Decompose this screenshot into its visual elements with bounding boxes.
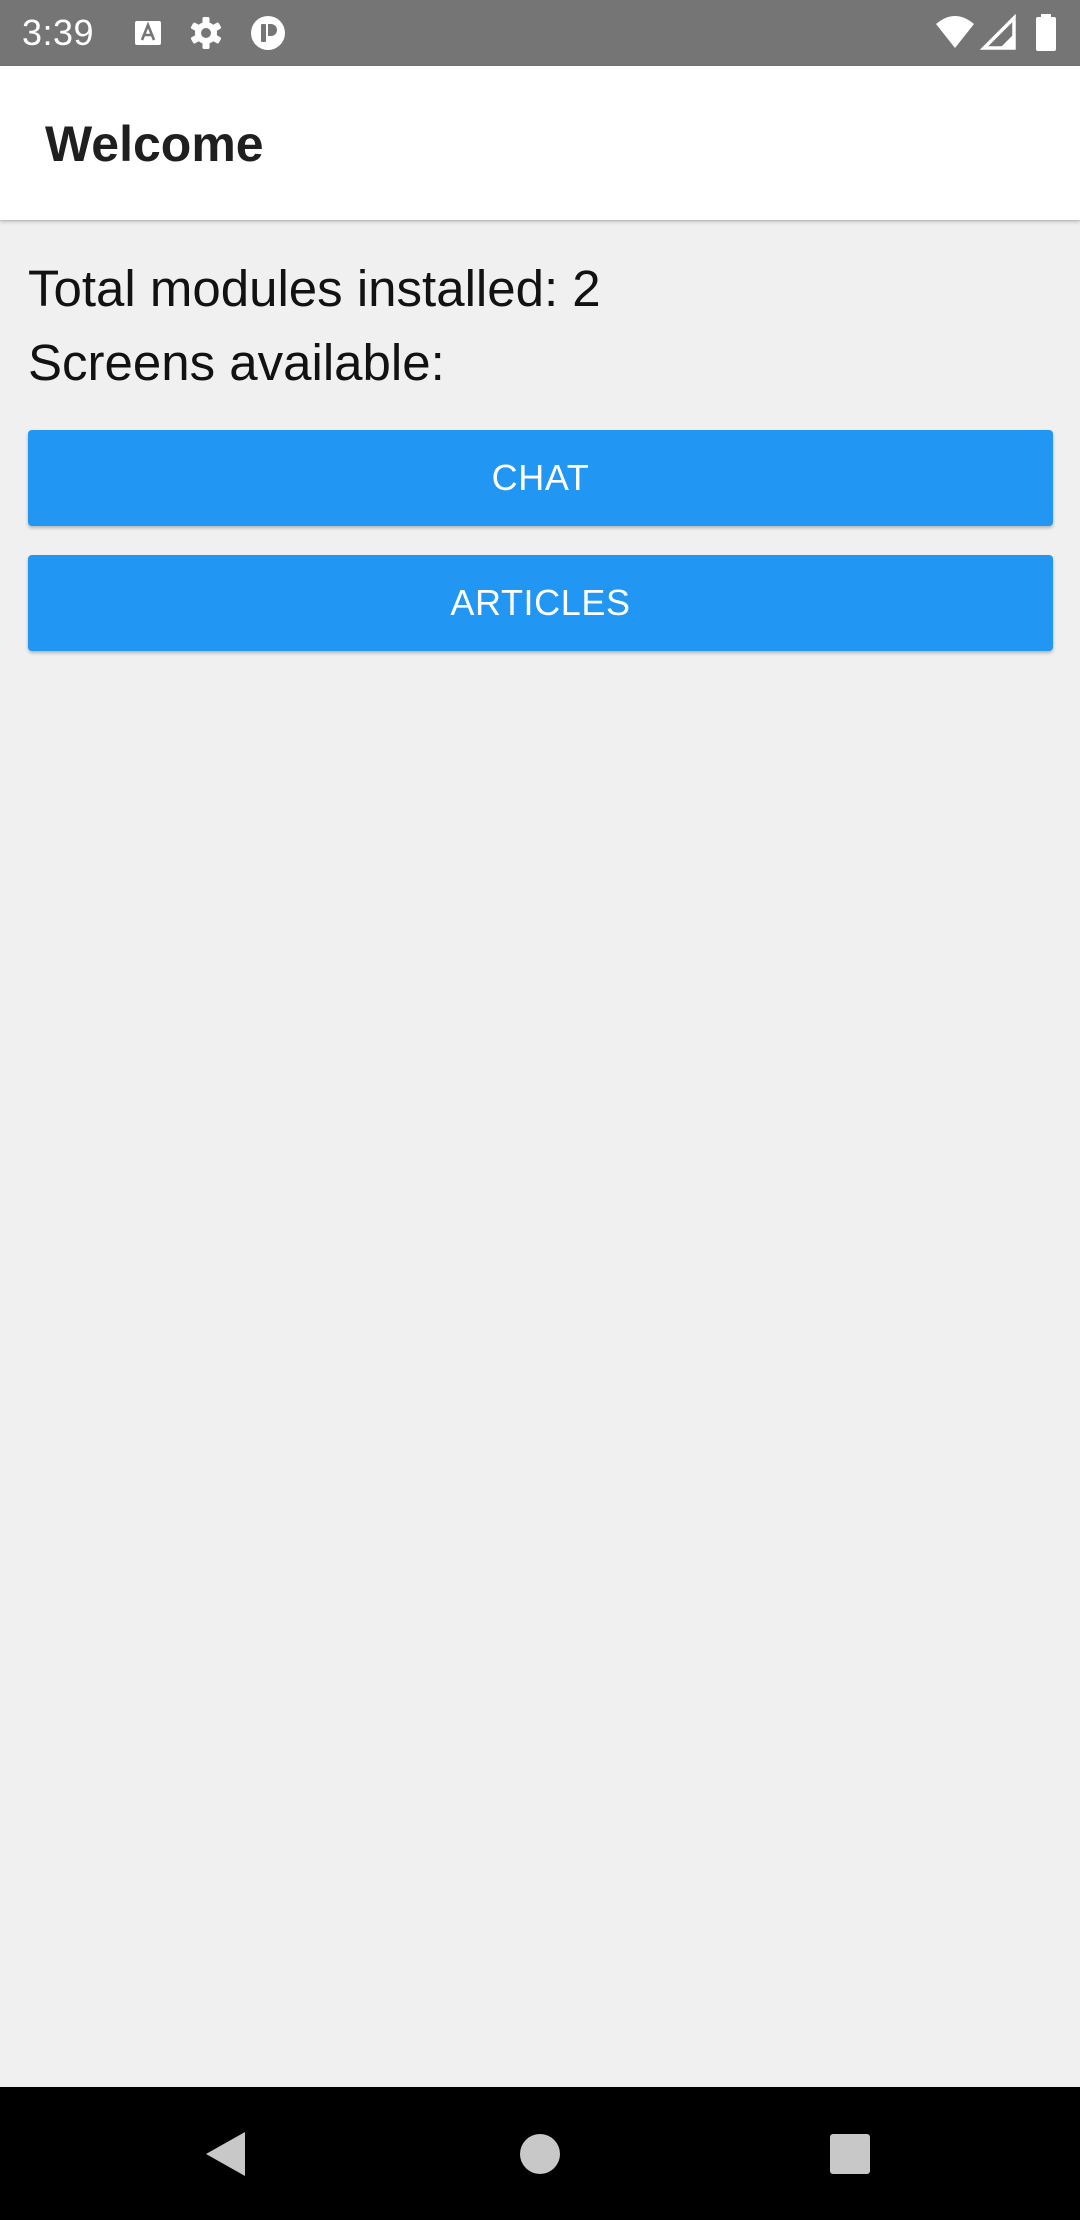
- status-time: 3:39: [22, 12, 95, 53]
- gear-icon: [186, 14, 226, 52]
- cell-signal-icon: [980, 14, 1018, 52]
- battery-icon: [1032, 14, 1060, 52]
- main-content: Total modules installed: 2 Screens avail…: [28, 252, 1053, 651]
- back-icon[interactable]: [190, 2119, 260, 2189]
- chat-button[interactable]: CHAT: [28, 430, 1053, 526]
- articles-button[interactable]: ARTICLES: [28, 555, 1053, 651]
- page-title: Welcome: [45, 116, 264, 172]
- modules-installed-text: Total modules installed: 2: [28, 252, 1053, 326]
- keyboard-a-icon: [128, 14, 168, 52]
- home-icon[interactable]: [505, 2119, 575, 2189]
- recents-icon[interactable]: [815, 2119, 885, 2189]
- wifi-icon: [934, 14, 976, 52]
- navigation-bar: [0, 2087, 1080, 2220]
- privacy-badge-icon: [248, 14, 288, 52]
- app-bar: Welcome: [0, 66, 1080, 220]
- status-bar: 3:39: [0, 0, 1080, 66]
- modules-installed-label: Total modules installed:: [28, 260, 573, 317]
- modules-installed-count: 2: [572, 260, 601, 317]
- screens-available-label: Screens available:: [28, 334, 445, 391]
